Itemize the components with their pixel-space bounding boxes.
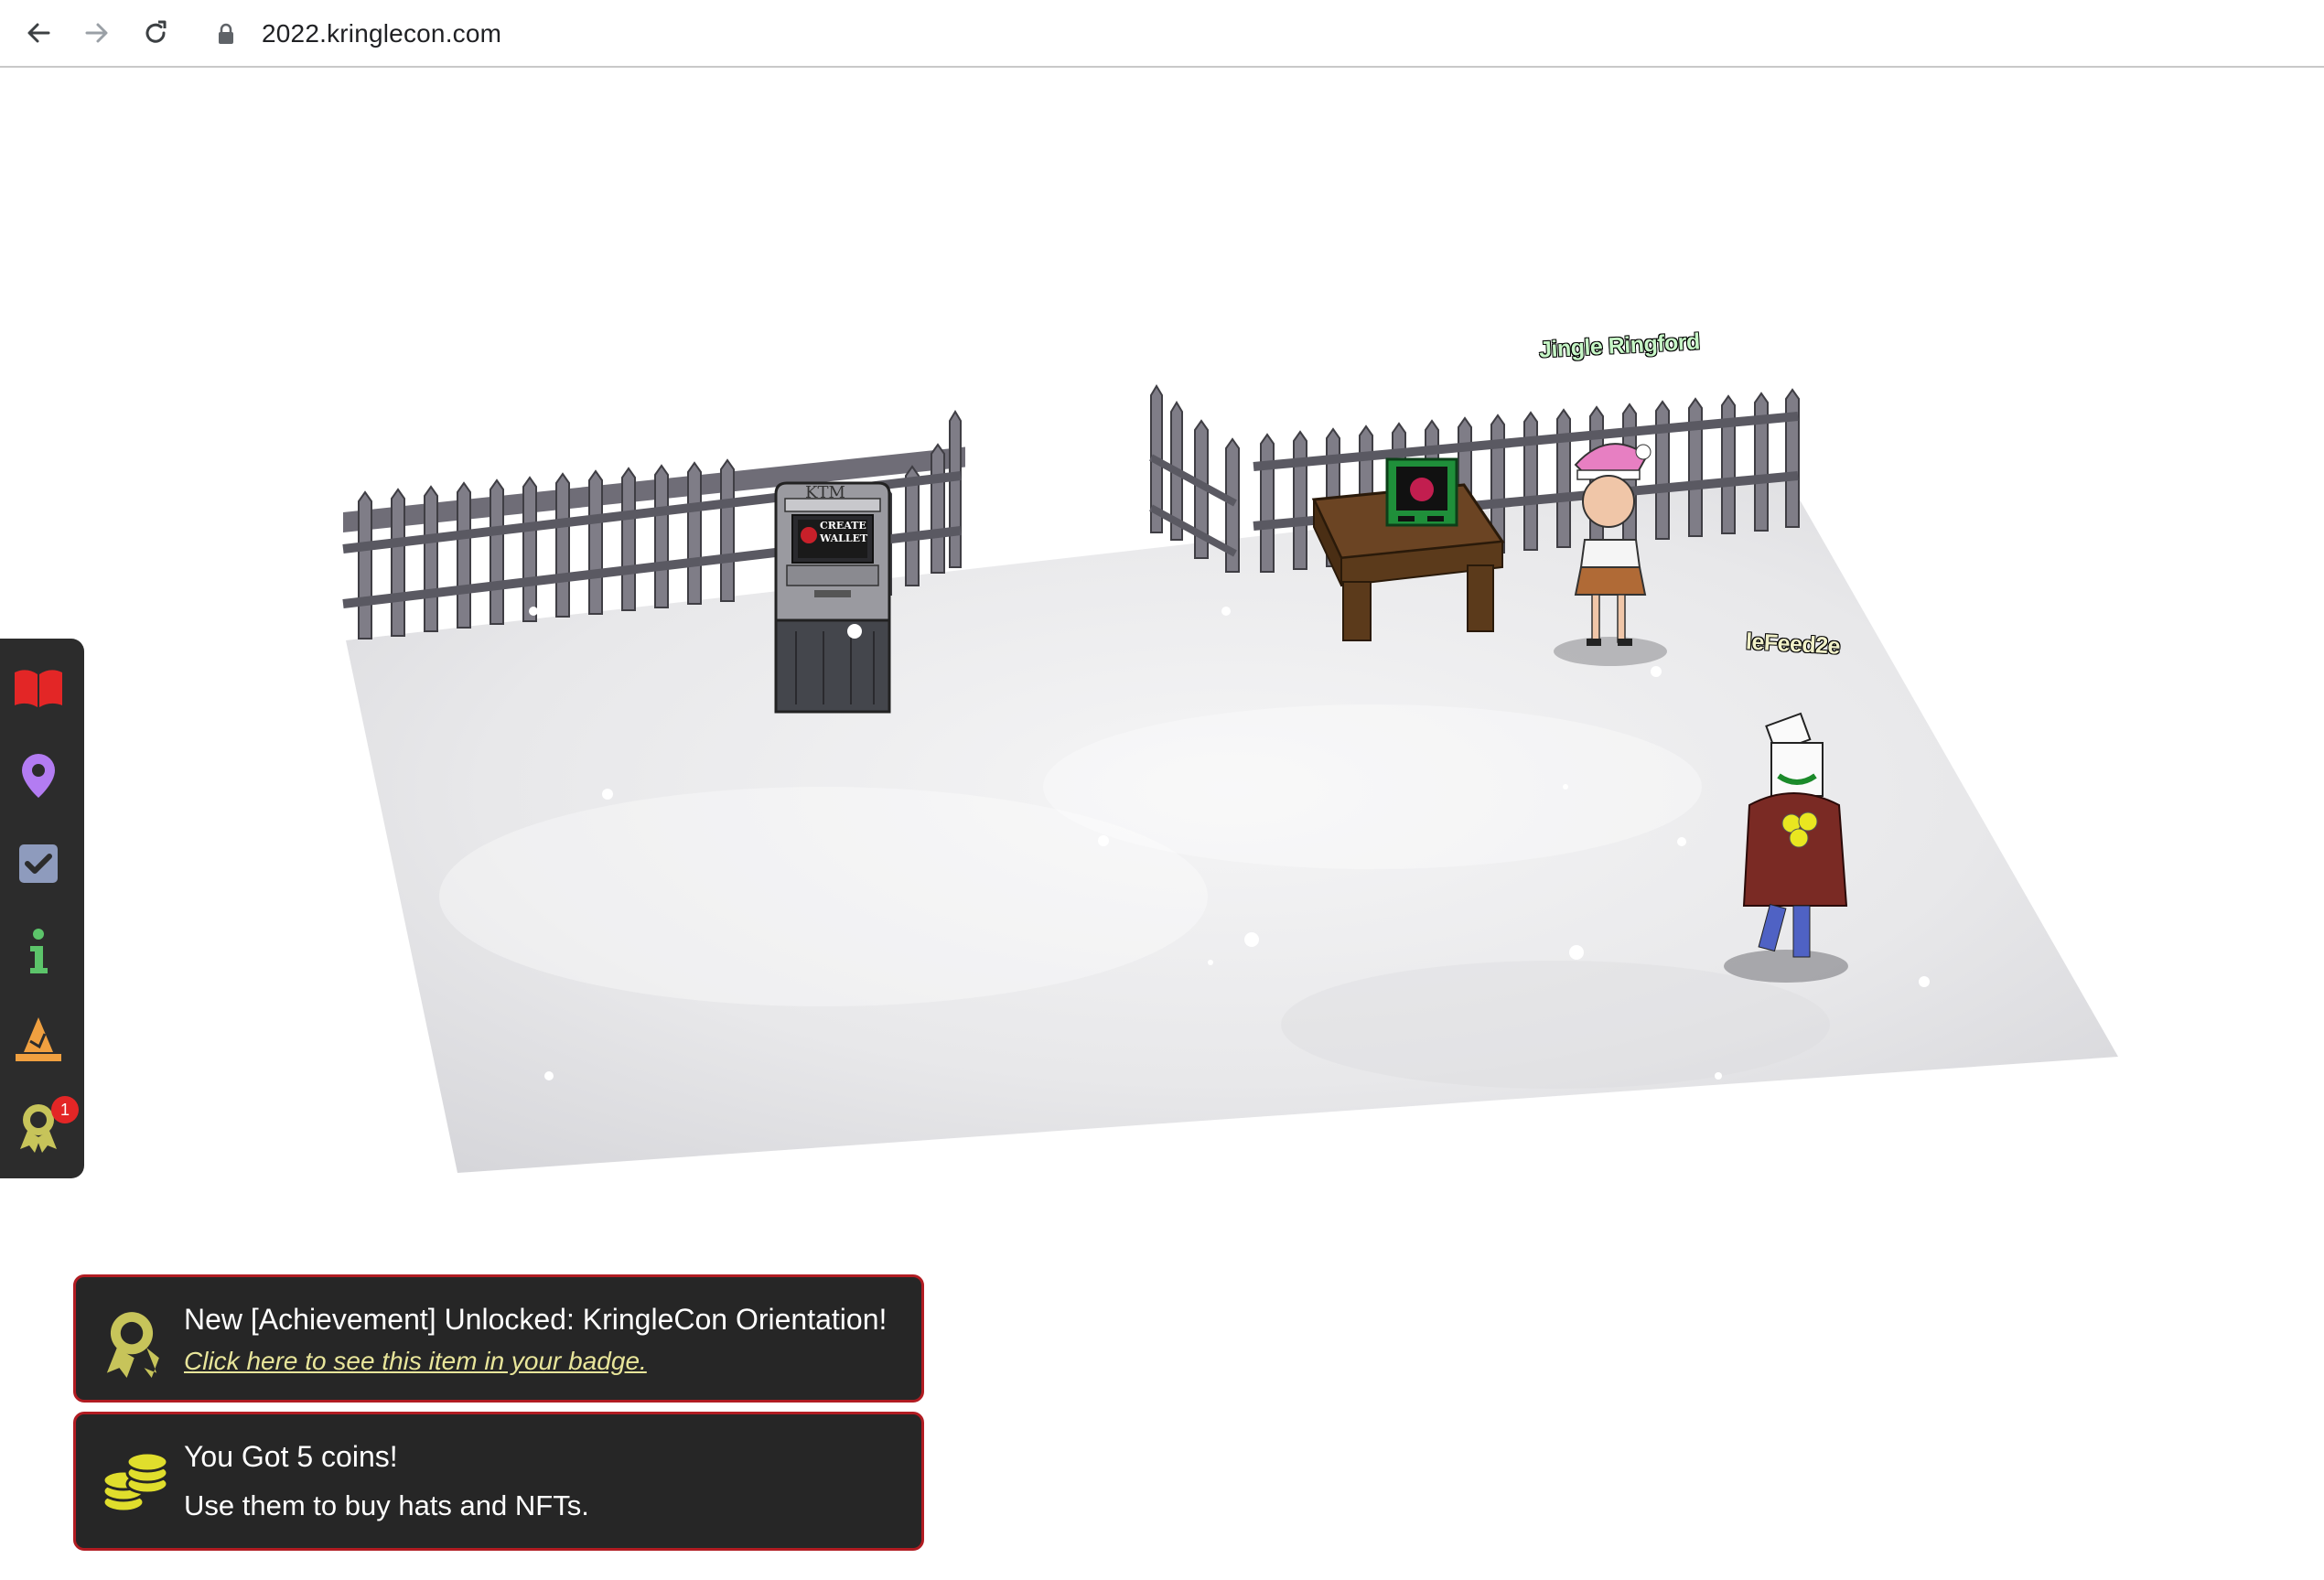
achievement-link[interactable]: Click here to see this item in your badg…	[184, 1347, 647, 1376]
url-text: 2022.kringlecon.com	[262, 19, 502, 48]
map-pin-icon	[22, 754, 55, 798]
menu-objectives-book[interactable]	[0, 650, 77, 726]
info-icon	[30, 929, 48, 973]
player-name-label: leFeed2e	[1745, 629, 1841, 660]
lock-icon	[218, 17, 243, 50]
menu-objectives[interactable]	[0, 825, 77, 902]
ktm-screen-line1: CREATE	[820, 520, 866, 532]
reload-icon	[145, 20, 167, 43]
side-menu: 1	[0, 639, 84, 1178]
achievement-title: New [Achievement] Unlocked: KringleCon O…	[184, 1303, 888, 1336]
menu-badge[interactable]: 1	[0, 1089, 79, 1166]
coins-icon	[102, 1451, 169, 1513]
badge-notification-count: 1	[51, 1096, 79, 1123]
coins-body: Use them to buy hats and NFTs.	[184, 1489, 589, 1521]
coins-notification[interactable]: You Got 5 coins! Use them to buy hats an…	[73, 1412, 924, 1551]
reload-button[interactable]	[135, 13, 176, 53]
achievement-notification[interactable]: New [Achievement] Unlocked: KringleCon O…	[73, 1274, 924, 1403]
browser-toolbar: 2022.kringlecon.com	[0, 0, 2324, 68]
coins-title: You Got 5 coins!	[184, 1440, 398, 1473]
ktm-header: KTM	[805, 483, 845, 502]
arrow-left-icon	[27, 23, 50, 43]
menu-hats[interactable]	[0, 1001, 77, 1078]
back-button[interactable]	[18, 13, 59, 53]
menu-map[interactable]	[0, 737, 77, 814]
address-bar[interactable]: 2022.kringlecon.com	[198, 7, 2324, 60]
menu-info[interactable]	[0, 913, 77, 990]
ktm-machine[interactable]	[774, 481, 891, 714]
arrow-right-icon	[85, 23, 108, 43]
book-icon	[15, 670, 62, 707]
hat-icon	[16, 1017, 61, 1061]
checkbox-icon	[19, 844, 58, 883]
forward-button[interactable]	[77, 13, 117, 53]
ktm-screen-line2: WALLET	[820, 532, 868, 544]
achievement-badge-icon	[106, 1312, 159, 1378]
